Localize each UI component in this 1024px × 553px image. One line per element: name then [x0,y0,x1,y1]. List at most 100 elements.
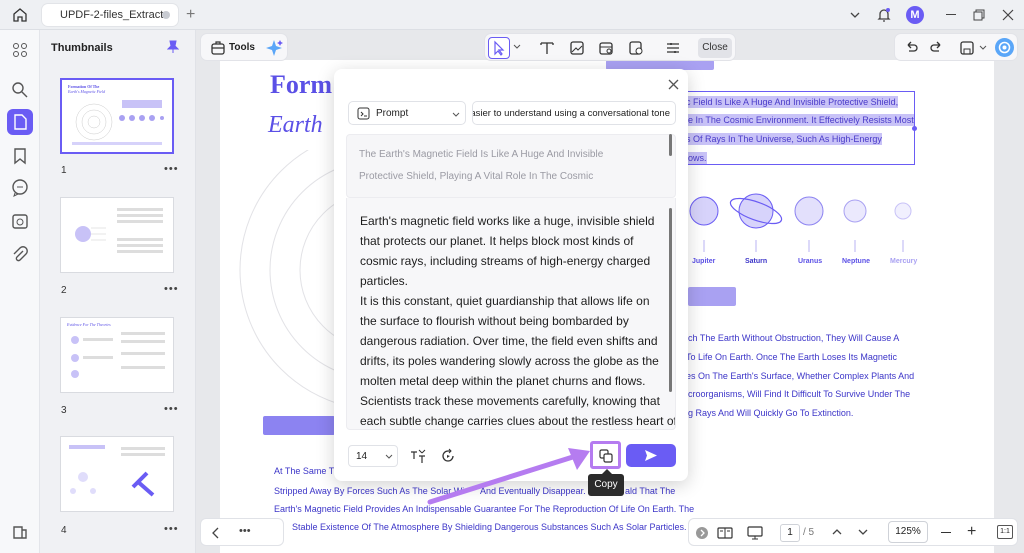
result-text-line: each subtle change carries clues about t… [360,414,676,428]
ai-sparkle-icon[interactable] [265,39,283,57]
layers-icon[interactable] [10,522,30,542]
selected-text-line: c Field Is Like A Huge And Invisible Pro… [686,96,899,108]
close-window-icon[interactable] [1002,9,1014,21]
thumbnail-navigation: ••• [200,518,284,546]
thumbnail-number: 4 [61,525,67,536]
tools-label: Tools [229,42,255,53]
thumbnail-page-3[interactable]: Evidence For The Theories [60,317,174,393]
zoom-in-icon[interactable]: + [967,523,976,541]
link-tool-icon[interactable] [598,40,614,56]
chevron-down-icon[interactable] [849,9,861,21]
thumbnail-more-button[interactable]: ••• [164,163,179,175]
presentation-icon[interactable] [747,525,763,541]
pin-icon[interactable] [167,40,179,54]
more-icon[interactable]: ••• [239,525,251,537]
planet-label: Mercury [890,258,918,265]
new-tab-icon[interactable]: + [186,6,195,24]
select-tool-button[interactable] [488,37,510,59]
pages-icon[interactable] [7,109,33,135]
left-tool-rail [0,30,40,553]
svg-text:Earth's Magnetic Field: Earth's Magnetic Field [67,89,106,94]
planet-label: Jupiter [692,258,716,265]
source-scrollbar[interactable] [669,134,672,156]
comment-icon[interactable] [10,178,30,198]
fit-page-icon[interactable]: 1:1 [997,525,1013,539]
attachment-icon[interactable] [10,245,30,265]
user-avatar[interactable]: M [906,6,924,24]
chevron-down-icon[interactable] [979,44,987,52]
result-text-line: drifts, its poles wandering slowly acros… [360,354,659,368]
minimize-icon[interactable] [946,14,956,15]
thumbnail-page-1[interactable]: Formation Of The Earth's Magnetic Field [60,78,174,154]
reading-mode-icon[interactable] [717,525,733,541]
prompt-dropdown[interactable]: Prompt [348,101,466,125]
page-number-input[interactable]: 1 [780,524,800,542]
selected-text-line: lows. [686,152,707,164]
selected-text-line: s Of Rays In The Universe, Such As High-… [686,133,882,145]
text-tool-icon[interactable] [539,40,555,56]
orbit-lines-graphic [239,150,340,405]
body-text-line: ald That The [625,486,676,496]
chevron-down-icon [452,111,460,119]
close-icon[interactable] [668,79,679,90]
zoom-out-icon[interactable] [941,532,951,533]
result-text-line: particles. [360,274,409,288]
save-icon[interactable] [959,40,975,56]
document-tab-title: UPDF-2-files_Extract [60,9,164,21]
thumbnail-more-button[interactable]: ••• [164,403,179,415]
thumbnail-more-button[interactable]: ••• [164,283,179,295]
body-text-line: g Rays And Will Quickly Go To Extinction… [688,408,854,418]
tools-button[interactable]: Tools [200,33,288,61]
stamp-icon[interactable] [10,211,30,231]
planets-graphic [689,193,912,252]
tab-close-dot[interactable] [162,11,170,19]
prompt-input[interactable]: easier to understand using a conversatio… [472,101,676,125]
apps-grid-icon[interactable] [10,40,30,60]
source-text-line: The Earth's Magnetic Field Is Like A Hug… [359,149,604,160]
page-subtitle: Earth [268,112,323,138]
notification-bell-icon[interactable] [877,7,891,23]
restore-icon[interactable] [973,9,985,21]
prompt-icon [357,107,370,120]
decor-bar [688,287,736,306]
font-size-value: 14 [356,451,368,462]
chevron-down-icon[interactable] [513,43,521,51]
document-tab[interactable]: UPDF-2-files_Extract [42,4,178,26]
chevron-down-icon[interactable] [857,526,869,538]
bookmark-icon[interactable] [10,146,30,166]
source-text-box[interactable]: The Earth's Magnetic Field Is Like A Hug… [346,134,676,198]
chevron-down-icon [385,453,393,461]
result-scrollbar[interactable] [669,208,672,392]
undo-icon[interactable] [903,40,919,56]
text-case-icon[interactable] [410,448,426,464]
body-text-line: Stable Existence Of The Atmosphere By Sh… [292,522,687,532]
ai-rewrite-dialog: Prompt easier to understand using a conv… [334,69,688,481]
body-text-line: ch The Earth Without Obstruction, They W… [688,333,900,343]
decor-bar [263,416,335,435]
zoom-level[interactable]: 125% [888,521,928,543]
selection-handle[interactable] [912,126,917,131]
result-text-box[interactable]: Earth's magnetic field works like a huge… [346,198,676,430]
chevron-left-icon[interactable] [211,527,221,539]
collapse-icon[interactable] [696,527,708,539]
watermark-tool-icon[interactable] [628,40,644,56]
search-icon[interactable] [10,80,30,100]
redo-icon[interactable] [929,40,945,56]
header-footer-tool-icon[interactable] [665,40,681,56]
send-button[interactable] [626,444,676,467]
ai-assistant-icon[interactable] [995,38,1014,57]
body-text-line: croorganisms, Will Find It Difficult To … [688,389,911,399]
chevron-up-icon[interactable] [831,526,843,538]
thumbnail-page-4[interactable] [60,436,174,512]
body-text-line: es On The Earth's Surface, Whether Compl… [686,371,915,381]
prompt-input-value: easier to understand using a conversatio… [472,108,670,119]
image-tool-icon[interactable] [569,40,585,56]
thumbnail-page-2[interactable] [60,197,174,273]
page-title: Form [270,70,333,99]
thumbnail-number: 3 [61,405,67,416]
close-edit-button[interactable]: Close [698,38,732,58]
home-icon[interactable] [12,7,28,23]
font-size-dropdown[interactable]: 14 [348,445,398,467]
page-controls: / 5 + 1:1 [688,518,1018,546]
thumbnail-more-button[interactable]: ••• [164,523,179,535]
